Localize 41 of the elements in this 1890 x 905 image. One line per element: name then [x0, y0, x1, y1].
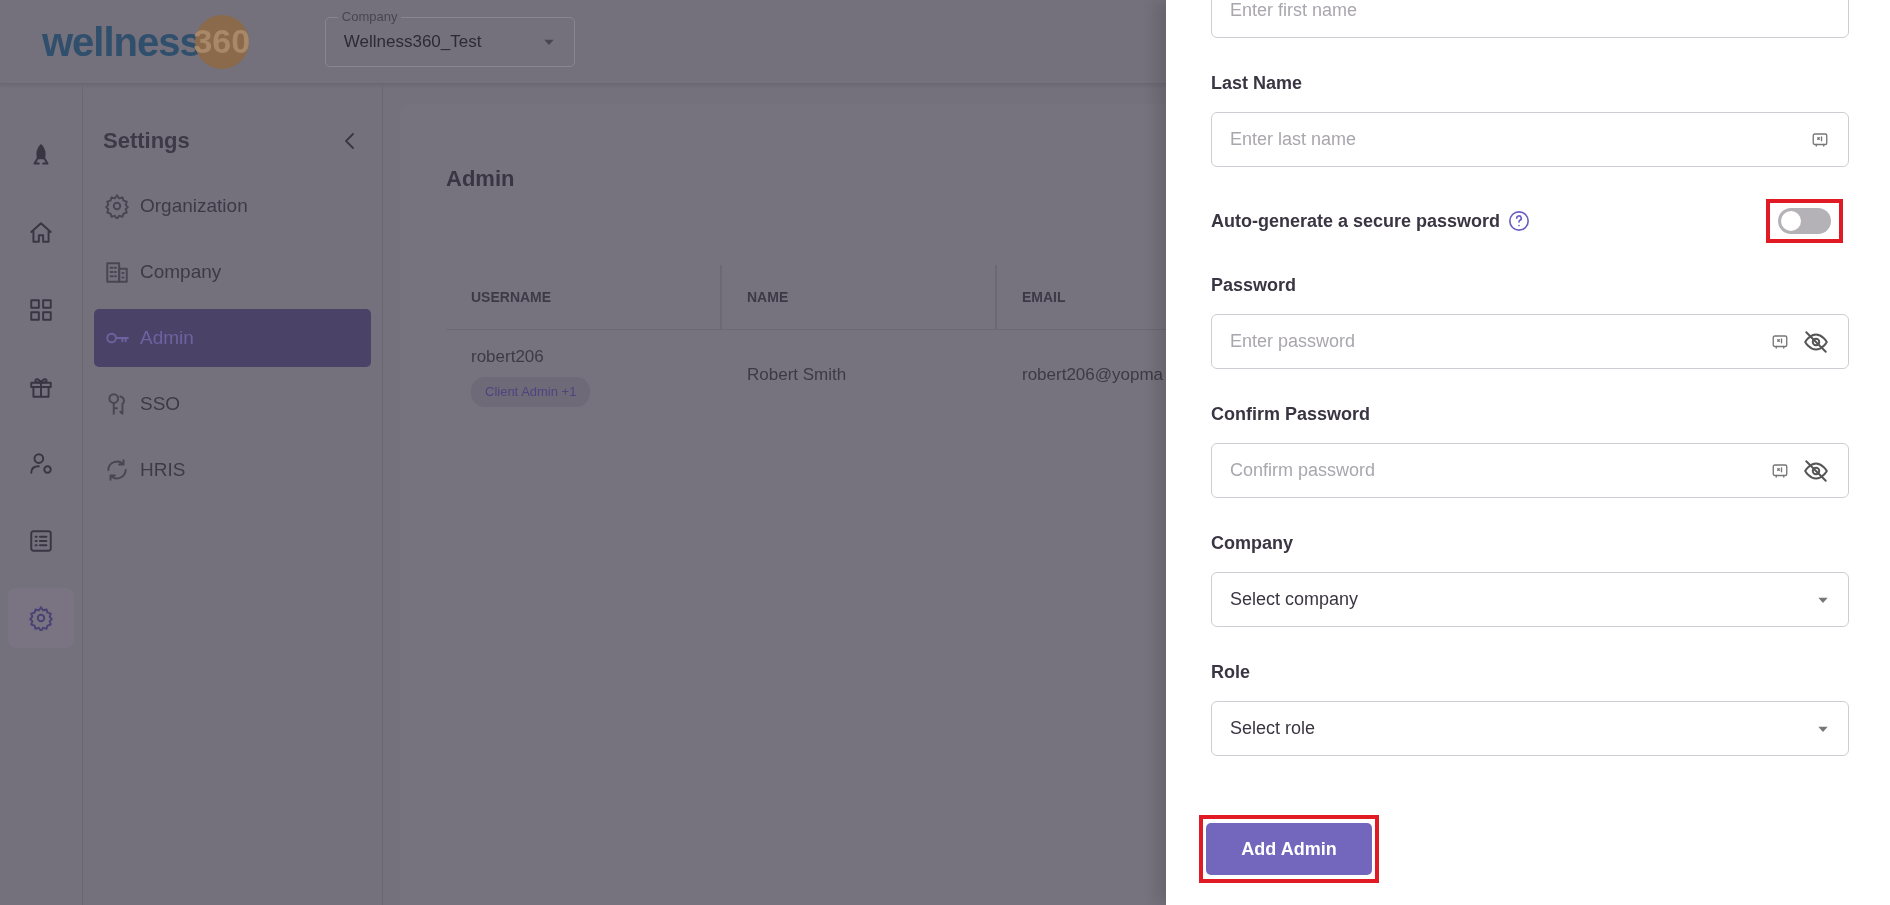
sidebar-item[interactable]: Organization: [94, 177, 371, 235]
sidebar-item[interactable]: HRIS: [94, 441, 371, 499]
field-label: Last Name: [1211, 72, 1304, 95]
field-label: Password: [1211, 274, 1298, 297]
sidebar-item[interactable]: Admin: [94, 309, 371, 367]
column-header[interactable]: NAME: [722, 265, 997, 329]
grid-icon: [28, 297, 54, 323]
select-field[interactable]: Select company: [1211, 572, 1849, 627]
autofill-icon: [1771, 332, 1789, 351]
field-label: Role: [1211, 661, 1251, 684]
input-field[interactable]: Enter password: [1211, 314, 1849, 369]
building-icon: [104, 259, 130, 285]
column-header[interactable]: EMAIL: [997, 265, 1166, 329]
sidebar-title: Settings: [103, 127, 190, 155]
settings-icon: [104, 193, 130, 219]
list-icon: [28, 528, 54, 554]
column-header[interactable]: USERNAME: [446, 265, 722, 329]
field-label: Company: [1211, 532, 1294, 555]
table-cell-text: Robert Smith: [747, 364, 848, 387]
home-icon: [28, 220, 54, 246]
sidebar-item[interactable]: SSO: [94, 375, 371, 433]
nav-button[interactable]: [8, 588, 74, 648]
toggle-switch[interactable]: [1778, 208, 1831, 234]
user-gear-icon: [28, 451, 54, 477]
eye-off-icon: [1803, 328, 1829, 355]
sync-icon: [104, 457, 130, 483]
settings-icon: [28, 605, 54, 631]
input-field[interactable]: Confirm password: [1211, 443, 1849, 498]
eye-off-icon: [1803, 457, 1829, 484]
table-cell-text: robert206: [471, 345, 545, 368]
table-cell-text: robert206@yopma: [1022, 364, 1165, 387]
input-field[interactable]: Enter last name: [1211, 112, 1849, 167]
field-label: Confirm Password: [1211, 403, 1372, 426]
sidebar-item[interactable]: Company: [94, 243, 371, 301]
help-icon: [1508, 210, 1531, 232]
input-field[interactable]: Enter first name: [1211, 0, 1849, 38]
field-label: Auto-generate a secure password: [1211, 209, 1501, 233]
add-admin-button[interactable]: Add Admin: [1206, 823, 1372, 875]
select-field[interactable]: Select role: [1211, 701, 1849, 756]
page-title: Admin: [446, 165, 516, 193]
autofill-icon: [1771, 461, 1789, 480]
